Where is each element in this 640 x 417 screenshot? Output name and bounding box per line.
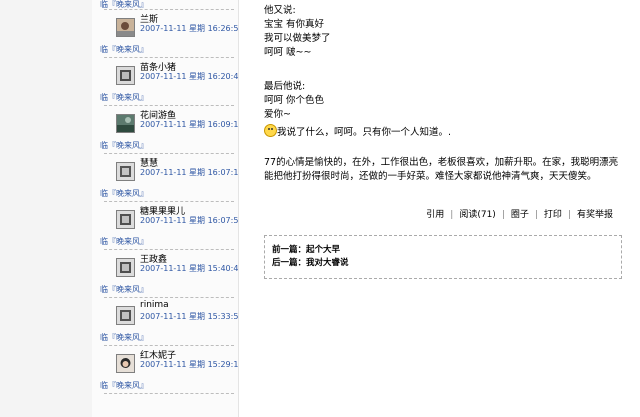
visitor-entry: 王政鑫 2007-11-11 星期 15:40:42 -下午 欢迎光 临『晚来风… (92, 250, 292, 298)
visit-time: 2007-11-11 星期 15:33:55 -下午 欢迎光 (140, 312, 292, 321)
action-separator: | (567, 210, 571, 220)
visitor-avatar[interactable] (116, 162, 135, 181)
visit-time: 2007-11-11 星期 16:20:44 -下午 欢迎光 (140, 72, 292, 81)
blog-post-body: 他又说: 宝宝 有你真好 我可以做美梦了 呵呵 啵~~ 最后他说: 呵呵 你个色… (238, 0, 640, 417)
action-separator: | (450, 210, 454, 220)
previous-post-link[interactable]: 前一篇：起个大早 (272, 243, 340, 255)
visitor-divider (104, 393, 234, 394)
post-line: 宝宝 有你真好 (264, 19, 325, 30)
visitor-entry: 糖果果果儿 2007-11-11 星期 16:07:57 -下午 欢迎光 临『晚… (92, 202, 292, 250)
smiley-emoticon-icon (264, 124, 277, 137)
read-count-link[interactable]: 阅读(71) (459, 210, 495, 220)
post-navigation-box: 前一篇：起个大早 后一篇：我对大睿说 (264, 235, 622, 279)
post-line: 我说了什么，呵呵。只有你一个人知道。. (277, 127, 452, 138)
visitor-avatar[interactable] (116, 66, 135, 85)
post-line-with-emoticon: 我说了什么，呵呵。只有你一个人知道。. (264, 124, 451, 140)
visitor-avatar[interactable] (116, 18, 135, 37)
visitor-entry: 兰斯 2007-11-11 星期 16:26:51 -下午 欢迎光 临『晚来风』 (92, 10, 292, 58)
action-separator: | (534, 210, 538, 220)
post-action-bar: 引用 | 阅读(71) | 圈子 | 打印 | 有奖举报 (420, 207, 613, 220)
visitor-entry: rinima 2007-11-11 星期 15:33:55 -下午 欢迎光 临『… (92, 298, 292, 346)
visitor-welcome-tail: 临『晚来风』 (100, 93, 148, 102)
visitor-avatar[interactable] (116, 258, 135, 277)
recent-visitors-sidebar: 临『晚来风』 兰斯 2007-11-11 星期 16:26:51 -下午 欢迎光… (92, 0, 292, 417)
visitor-welcome-tail: 临『晚来风』 (100, 237, 148, 246)
visitor-avatar[interactable] (116, 306, 135, 325)
visit-time: 2007-11-11 星期 16:07:57 -下午 欢迎光 (140, 216, 292, 225)
left-gutter (0, 0, 92, 417)
visitor-welcome-tail: 临『晚来风』 (100, 381, 148, 390)
circle-link[interactable]: 圈子 (511, 210, 529, 220)
visitor-welcome-tail: 临『晚来风』 (100, 141, 148, 150)
post-line: 我可以做美梦了 (264, 33, 331, 44)
visit-time: 2007-11-11 星期 15:29:14 -下午 欢迎光 (140, 360, 292, 369)
post-line: 呵呵 你个色色 (264, 95, 325, 106)
visitor-entry: 慧慧 2007-11-11 星期 16:07:18 -下午 欢迎光 临『晚来风』 (92, 154, 292, 202)
action-separator: | (501, 210, 505, 220)
visitor-entry: 苗条小猪 2007-11-11 星期 16:20:44 -下午 欢迎光 临『晚来… (92, 58, 292, 106)
next-post-link[interactable]: 后一篇：我对大睿说 (272, 256, 349, 268)
visitor-avatar[interactable] (116, 210, 135, 229)
post-paragraph: 77的心情是愉快的，在外，工作很出色，老板很喜欢，加薪升职。在家，我聪明漂亮能把… (264, 157, 619, 182)
visit-time: 2007-11-11 星期 16:09:16 -下午 欢迎光 (140, 120, 292, 129)
quote-link[interactable]: 引用 (426, 210, 444, 220)
visitor-welcome-tail: 临『晚来风』 (100, 45, 148, 54)
visitor-avatar[interactable] (116, 354, 135, 373)
post-line: 爱你~ (264, 109, 291, 120)
visitor-welcome-tail: 临『晚来风』 (100, 285, 148, 294)
visit-time: 2007-11-11 星期 16:07:18 -下午 欢迎光 (140, 168, 292, 177)
post-line: 呵呵 啵~~ (264, 47, 312, 58)
report-link[interactable]: 有奖举报 (577, 210, 613, 220)
visitor-name[interactable]: rinima (140, 300, 169, 310)
visitor-welcome-tail: 临『晚来风』 (100, 189, 148, 198)
visitor-entry: 红木妮子 2007-11-11 星期 15:29:14 -下午 欢迎光 临『晚来… (92, 346, 292, 394)
post-line: 他又说: (264, 5, 296, 16)
visit-time: 2007-11-11 星期 15:40:42 -下午 欢迎光 (140, 264, 292, 273)
visitor-entry: 花间游鱼 2007-11-11 星期 16:09:16 -下午 欢迎光 临『晚来… (92, 106, 292, 154)
print-link[interactable]: 打印 (544, 210, 562, 220)
visit-time: 2007-11-11 星期 16:26:51 -下午 欢迎光 (140, 24, 292, 33)
post-line: 最后他说: (264, 81, 306, 92)
visitor-avatar[interactable] (116, 114, 135, 133)
visitor-welcome-tail: 临『晚来风』 (100, 333, 148, 342)
